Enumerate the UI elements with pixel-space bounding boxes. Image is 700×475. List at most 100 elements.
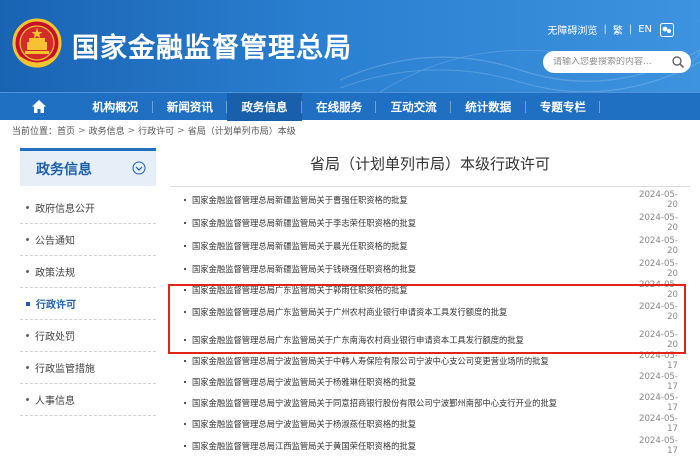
sidebar-item-announcements[interactable]: 公告通知 — [20, 224, 156, 256]
breadcrumb: 当前位置： 首页 > 政务信息 > 行政许可 > 省局（计划单列市局）本级 — [12, 124, 296, 138]
list-item[interactable]: 国家金融监督管理总局宁波监管局关于杨淑燕任职资格的批复 2024-05-17 — [170, 414, 690, 434]
list-item-title: 国家金融监督管理总局新疆监管局关于钱晓强任职资格的批复 — [192, 264, 417, 274]
list-item[interactable]: 国家金融监督管理总局新疆监管局关于钱晓强任职资格的批复 2024-05-20 — [170, 259, 690, 279]
nav-item-institution[interactable]: 机构概况 — [78, 93, 153, 121]
breadcrumb-current: 省局（计划单列市局）本级 — [187, 127, 296, 137]
bullet — [184, 268, 186, 270]
bullet — [26, 270, 29, 273]
list-item[interactable]: 国家金融监督管理总局宁波监管局关于同意招商银行股份有限公司宁波鄞州南部中心支行开… — [170, 393, 690, 413]
breadcrumb-separator: > — [177, 125, 185, 136]
main-content: 省局（计划单列市局）本级行政许可 国家金融监督管理总局新疆监管局关于曹强任职资格… — [170, 148, 690, 456]
home-icon — [32, 100, 46, 113]
sidebar-title: 政务信息 — [36, 161, 92, 178]
breadcrumb-government-info[interactable]: 政务信息 — [89, 124, 125, 137]
divider — [170, 186, 690, 187]
list-item[interactable]: 国家金融监督管理总局新疆监管局关于晨光任职资格的批复 2024-05-20 — [170, 236, 690, 256]
sidebar-item-gov-info-disclosure[interactable]: 政府信息公开 — [20, 192, 156, 224]
bullet — [184, 402, 186, 404]
nav-item-government-info[interactable]: 政务信息 — [227, 92, 302, 121]
main-nav: 机构概况 新闻资讯 政务信息 在线服务 互动交流 统计数据 专题专栏 — [0, 92, 700, 121]
list-item-date: 2024-05-20 — [638, 280, 678, 300]
list-item-date: 2024-05-17 — [638, 414, 678, 434]
list-item-date: 2024-05-17 — [638, 436, 678, 456]
list-item[interactable]: 国家金融监督管理总局广东监管局关于广州农村商业银行申请资本工具发行额度的批复 20… — [170, 302, 690, 322]
english-link[interactable]: EN — [638, 24, 652, 35]
list-item-title: 国家金融监督管理总局广东监管局关于郭雨任职资格的批复 — [192, 285, 408, 295]
sidebar-item-personnel[interactable]: 人事信息 — [20, 384, 156, 416]
list-item-title: 国家金融监督管理总局宁波监管局关于杨雅琳任职资格的批复 — [192, 377, 417, 387]
site-title: 国家金融监督管理总局 — [72, 33, 352, 64]
breadcrumb-separator: > — [127, 125, 136, 136]
bullet — [26, 206, 29, 209]
search-input[interactable] — [553, 57, 671, 67]
top-links: 无障碍浏览 | 繁 | EN — [547, 22, 674, 37]
nav-item-special-topics[interactable]: 专题专栏 — [526, 93, 601, 121]
list-item[interactable]: 国家金融监督管理总局宁波监管局关于中韩人寿保险有限公司宁波中心支公司变更营业场所… — [170, 351, 690, 371]
breadcrumb-admin-license[interactable]: 行政许可 — [138, 124, 174, 137]
breadcrumb-prefix: 当前位置： — [12, 127, 58, 137]
list-item[interactable]: 国家金融监督管理总局新疆监管局关于李志荣任职资格的批复 2024-05-20 — [170, 213, 690, 233]
sidebar-item-label: 人事信息 — [35, 396, 75, 407]
accessibility-link[interactable]: 无障碍浏览 — [547, 22, 597, 37]
list-item-date: 2024-05-17 — [638, 372, 678, 392]
list-item-date: 2024-05-17 — [638, 351, 678, 371]
list-item-date: 2024-05-20 — [638, 213, 678, 233]
nav-home[interactable] — [0, 93, 78, 121]
list-item-date: 2024-05-20 — [638, 236, 678, 256]
nav-item-online-service[interactable]: 在线服务 — [302, 93, 377, 121]
traditional-chinese-link[interactable]: 繁 — [613, 22, 623, 37]
list-item-title: 国家金融监督管理总局广东监管局关于广州农村商业银行申请资本工具发行额度的批复 — [192, 307, 508, 317]
sidebar-header: 政务信息 — [20, 148, 156, 186]
breadcrumb-home[interactable]: 首页 — [57, 124, 75, 137]
wechat-icon[interactable] — [660, 22, 674, 37]
list-item-date: 2024-05-20 — [638, 302, 678, 322]
page-title: 省局（计划单列市局）本级行政许可 — [309, 155, 550, 173]
list-clip-top: 国家金融监督管理总局新疆监管局关于曹强任职资格的批复 2024-05-20 国家金… — [170, 188, 690, 318]
bullet — [184, 445, 186, 447]
site-header: 国家金融监督管理总局 无障碍浏览 | 繁 | EN — [0, 0, 700, 92]
bullet — [184, 199, 186, 201]
sidebar-item-label: 行政许可 — [36, 300, 76, 311]
sidebar-item-label: 公告通知 — [35, 236, 75, 247]
bullet — [26, 398, 29, 401]
header-decoration — [340, 20, 700, 92]
nav-item-interaction[interactable]: 互动交流 — [376, 93, 451, 121]
nav-item-statistics[interactable]: 统计数据 — [451, 93, 526, 121]
national-emblem-icon — [12, 18, 62, 68]
sidebar-item-label: 行政监管措施 — [35, 364, 95, 375]
list-item[interactable]: 国家金融监督管理总局广东监管局关于郭雨任职资格的批复 2024-05-20 — [170, 280, 690, 300]
list-item-title: 国家金融监督管理总局宁波监管局关于中韩人寿保险有限公司宁波中心支公司变更营业场所… — [192, 356, 549, 366]
bullet — [184, 339, 186, 341]
chevron-down-icon[interactable] — [132, 161, 146, 175]
list-item-date: 2024-05-20 — [638, 330, 678, 350]
sidebar: 政务信息 政府信息公开 公告通知 政策法规 行政许可 行政处罚 行政监管措施 人… — [20, 148, 156, 416]
list-item[interactable]: 国家金融监督管理总局宁波监管局关于杨雅琳任职资格的批复 2024-05-17 — [170, 372, 690, 392]
sidebar-item-admin-license[interactable]: 行政许可 — [20, 288, 156, 320]
sidebar-item-label: 政府信息公开 — [35, 204, 95, 215]
list-item[interactable]: 国家金融监督管理总局新疆监管局关于曹强任职资格的批复 2024-05-20 — [170, 190, 690, 210]
list-item-title: 国家金融监督管理总局新疆监管局关于李志荣任职资格的批复 — [192, 218, 417, 228]
list-item-date: 2024-05-20 — [638, 190, 678, 210]
list-item[interactable]: 国家金融监督管理总局江西监管局关于黄国荣任职资格的批复 2024-05-17 — [170, 436, 690, 456]
list-item[interactable]: 国家金融监督管理总局广东监管局关于广东南海农村商业银行申请资本工具发行额度的批复… — [170, 330, 690, 350]
search-icon[interactable] — [671, 55, 685, 69]
divider: | — [628, 24, 633, 35]
list-item-title: 国家金融监督管理总局江西监管局关于黄国荣任职资格的批复 — [192, 441, 417, 451]
bullet — [184, 360, 186, 362]
list-item-date: 2024-05-20 — [638, 259, 678, 279]
bullet — [184, 381, 186, 383]
bullet — [184, 222, 186, 224]
list-item-title: 国家金融监督管理总局宁波监管局关于同意招商银行股份有限公司宁波鄞州南部中心支行开… — [192, 398, 558, 408]
sidebar-item-admin-penalty[interactable]: 行政处罚 — [20, 320, 156, 352]
sidebar-item-policies[interactable]: 政策法规 — [20, 256, 156, 288]
search-box — [543, 51, 691, 73]
sidebar-list: 政府信息公开 公告通知 政策法规 行政许可 行政处罚 行政监管措施 人事信息 — [20, 192, 156, 416]
sidebar-item-supervisory-measures[interactable]: 行政监管措施 — [20, 352, 156, 384]
bullet — [26, 238, 29, 241]
divider: | — [603, 24, 607, 35]
breadcrumb-separator: > — [78, 125, 86, 136]
nav-item-news[interactable]: 新闻资讯 — [153, 93, 228, 121]
list-item-title: 国家金融监督管理总局广东监管局关于广东南海农村商业银行申请资本工具发行额度的批复 — [192, 335, 524, 345]
bullet — [184, 289, 186, 291]
list-item-title: 国家金融监督管理总局新疆监管局关于曹强任职资格的批复 — [192, 195, 408, 205]
